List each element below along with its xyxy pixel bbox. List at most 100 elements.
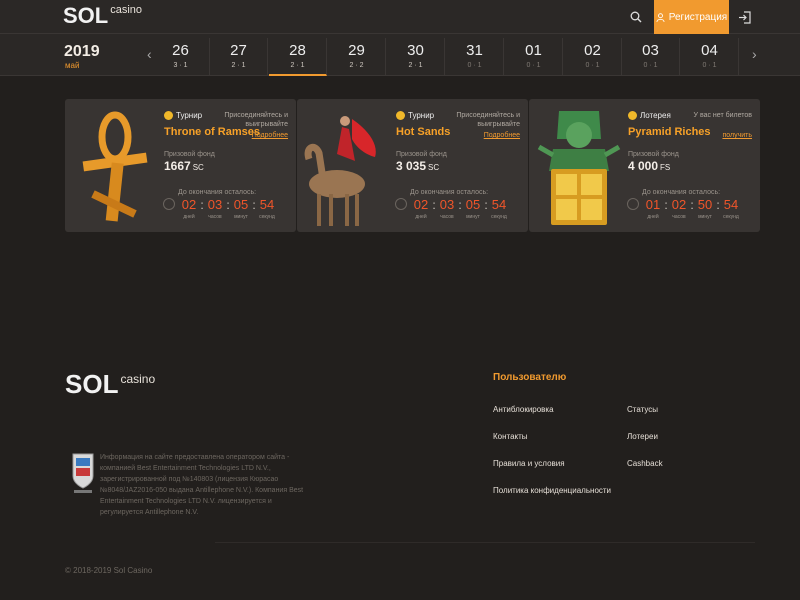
- timer-days: 02: [413, 197, 429, 212]
- ankh-artwork: [82, 111, 148, 222]
- calendar-day[interactable]: 26 3 · 1: [152, 38, 210, 76]
- event-card-throne-of-ramses[interactable]: Турнир Присоединяйтесь и выигрывайте Под…: [65, 99, 296, 232]
- timer-seconds: 54: [259, 197, 275, 212]
- footer-link-terms[interactable]: Правила и условия: [493, 459, 565, 468]
- event-type: Турнир: [164, 111, 202, 120]
- footer-link-cashback[interactable]: Cashback: [627, 459, 663, 468]
- event-title[interactable]: Throne of Ramses: [164, 126, 260, 138]
- timer-hours: 03: [207, 197, 223, 212]
- day-event-counts: 2 · 1: [408, 62, 423, 69]
- footer-link-privacy[interactable]: Политика конфиденциальности: [493, 486, 611, 495]
- prize-fund-unit: SC: [428, 163, 440, 172]
- clock-icon: [395, 198, 407, 210]
- calendar-year: 2019: [64, 43, 100, 60]
- day-number: 01: [525, 42, 542, 59]
- event-type-label: Турнир: [408, 111, 435, 120]
- footer-link-lotteries[interactable]: Лотереи: [627, 432, 658, 441]
- timer-minutes-label: минут: [466, 214, 480, 220]
- time-left-label: До окончания осталось:: [178, 189, 257, 196]
- site-logo[interactable]: SOL casino: [63, 4, 142, 30]
- calendar-day-selected[interactable]: 28 2 · 1: [269, 38, 327, 76]
- prize-fund-value: 1667: [164, 159, 191, 173]
- details-link[interactable]: Подробнее: [484, 132, 520, 139]
- calendar-strip: 2019 май ‹ › 26 3 · 1 27 2 · 1 28 2 · 1 29 2…: [0, 34, 800, 76]
- footer-logo-text: SOL: [65, 369, 119, 399]
- logo-text: SOL: [63, 3, 109, 28]
- calendar-day[interactable]: 04 0 · 1: [681, 38, 739, 76]
- timer-hours-label: часов: [208, 214, 222, 220]
- timer-minutes: 05: [465, 197, 481, 212]
- event-card-pyramid-riches[interactable]: Лотерея У вас нет билетов получить Pyram…: [529, 99, 760, 232]
- footer-link-contacts[interactable]: Контакты: [493, 432, 528, 441]
- login-icon: [738, 10, 751, 24]
- event-type: Лотерея: [628, 111, 671, 120]
- register-label: Регистрация: [668, 11, 728, 23]
- logo-subtitle: casino: [110, 4, 143, 16]
- time-left-label: До окончания осталось:: [410, 189, 489, 196]
- day-number: 27: [230, 42, 247, 59]
- get-tickets-link[interactable]: получить: [722, 132, 752, 139]
- footer-link-antiblock[interactable]: Антиблокировка: [493, 405, 554, 414]
- copyright-text: © 2018-2019 Sol Casino: [65, 566, 153, 575]
- top-header: SOL casino Регистрация: [0, 0, 800, 34]
- timer-hours-label: часов: [440, 214, 454, 220]
- license-seal-icon[interactable]: [70, 452, 96, 496]
- operator-info-text: Информация на сайте предоставлена операт…: [100, 454, 304, 516]
- calendar-day[interactable]: 31 0 · 1: [446, 38, 504, 76]
- calendar-day[interactable]: 02 0 · 1: [564, 38, 622, 76]
- search-button[interactable]: [624, 6, 648, 28]
- countdown-timer: 02 дней: 03 часов: 05 минут: 54 секунд: [410, 197, 510, 221]
- calendar-day[interactable]: 29 2 · 2: [328, 38, 386, 76]
- prize-fund-value: 3 035: [396, 159, 427, 173]
- event-title[interactable]: Pyramid Riches: [628, 126, 711, 138]
- countdown-timer: 01 дней: 02 часов: 50 минут: 54 секунд: [642, 197, 742, 221]
- timer-seconds: 54: [723, 197, 739, 212]
- day-event-counts: 2 · 2: [349, 62, 364, 69]
- prize-fund-label: Призовой фонд: [164, 151, 215, 158]
- footer-logo[interactable]: SOL casino: [65, 370, 155, 398]
- timer-hours: 02: [671, 197, 687, 212]
- register-button[interactable]: Регистрация: [654, 0, 729, 34]
- prize-fund-label: Призовой фонд: [396, 151, 447, 158]
- footer-logo-subtitle: casino: [120, 372, 156, 386]
- event-type-label: Лотерея: [640, 111, 671, 120]
- timer-minutes-label: минут: [234, 214, 248, 220]
- footer-divider: [215, 542, 755, 543]
- pharaoh-artwork: [537, 111, 621, 225]
- prize-fund-unit: SC: [192, 163, 204, 172]
- timer-days-label: дней: [647, 214, 659, 220]
- timer-seconds-label: секунд: [259, 214, 275, 220]
- prize-fund-unit: FS: [660, 163, 671, 172]
- footer-link-statuses[interactable]: Статусы: [627, 405, 658, 414]
- prev-days-arrow[interactable]: ‹: [147, 46, 152, 62]
- day-event-counts: 2 · 1: [290, 62, 305, 69]
- calendar-day[interactable]: 01 0 · 1: [505, 38, 563, 76]
- clock-icon: [163, 198, 175, 210]
- users-section-title: Пользователю: [493, 372, 567, 383]
- timer-minutes: 05: [233, 197, 249, 212]
- search-icon: [630, 11, 642, 23]
- calendar-day[interactable]: 03 0 · 1: [622, 38, 680, 76]
- day-number: 26: [172, 42, 189, 59]
- countdown-timer: 02 дней: 03 часов: 05 минут: 54 секунд: [178, 197, 278, 221]
- timer-seconds-label: секунд: [491, 214, 507, 220]
- timer-hours-label: часов: [672, 214, 686, 220]
- calendar-day[interactable]: 30 2 · 1: [387, 38, 445, 76]
- event-type: Турнир: [396, 111, 434, 120]
- day-event-counts: 0 · 1: [526, 62, 541, 69]
- day-number: 30: [407, 42, 424, 59]
- camel-rider-artwork: [304, 116, 376, 226]
- day-number: 03: [642, 42, 659, 59]
- event-card-hot-sands[interactable]: Турнир Присоединяйтесь и выигрывайте Под…: [297, 99, 528, 232]
- login-button[interactable]: [732, 6, 756, 28]
- next-days-arrow[interactable]: ›: [752, 46, 757, 62]
- timer-days-label: дней: [183, 214, 195, 220]
- day-event-counts: 0 · 1: [643, 62, 658, 69]
- timer-seconds: 54: [491, 197, 507, 212]
- prize-fund: 3 035 SC: [396, 159, 439, 173]
- time-left-label: До окончания осталось:: [642, 189, 721, 196]
- calendar-day[interactable]: 27 2 · 1: [210, 38, 268, 76]
- ticket-icon: [628, 111, 637, 120]
- event-title[interactable]: Hot Sands: [396, 126, 450, 138]
- day-event-counts: 0 · 1: [585, 62, 600, 69]
